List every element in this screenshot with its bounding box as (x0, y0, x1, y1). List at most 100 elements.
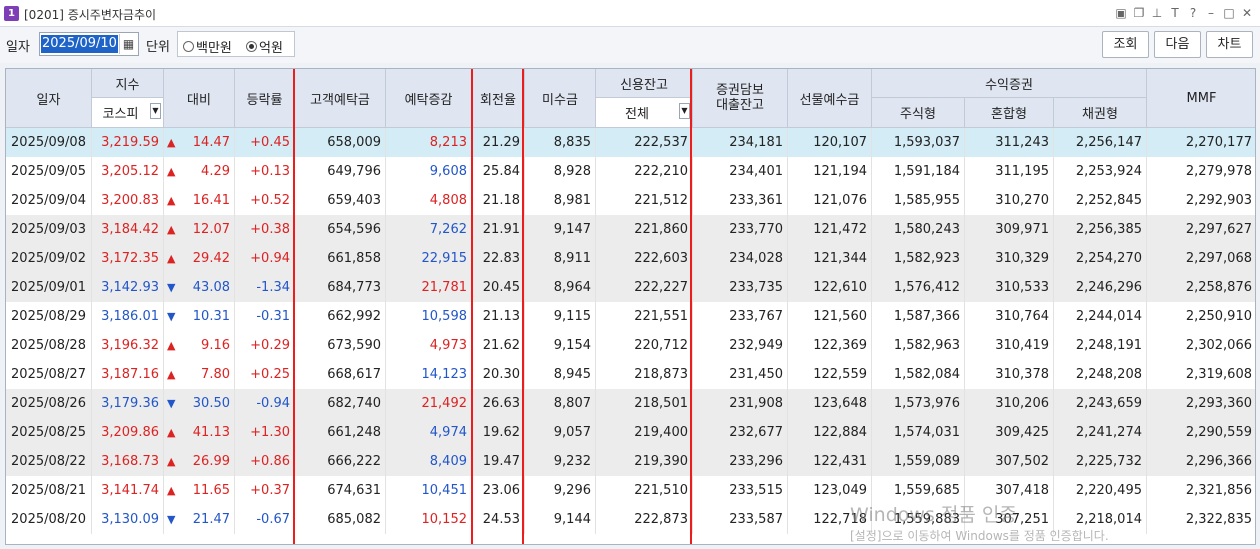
cell-deposit-value: 661,248 (327, 425, 381, 440)
header-collateral[interactable]: 증권담보 대출잔고 (693, 69, 788, 128)
table-row[interactable]: 2025/08/27 3,187.16 ▲ 7.80 +0.25 668,617 14,12… (6, 360, 1255, 389)
window-layout-icon[interactable]: ▣ (1114, 5, 1128, 21)
table-row[interactable]: 2025/08/29 3,186.01 ▼ 10.31 -0.31 662,992 10,5… (6, 302, 1255, 331)
cell-rate-value: +0.13 (250, 164, 290, 179)
header-unsettled[interactable]: 미수금 (525, 69, 596, 128)
cell-futures-value: 122,884 (813, 425, 867, 440)
cell-mmf: 2,321,856 (1147, 476, 1255, 505)
cell-credit: 218,501 (596, 389, 693, 418)
cell-bond-type: 2,256,147 (1054, 128, 1147, 157)
cell-credit: 222,603 (596, 244, 693, 273)
header-mmf[interactable]: MMF (1147, 69, 1255, 128)
table-row[interactable]: 2025/09/04 3,200.83 ▲ 16.41 +0.52 659,403 4,80… (6, 186, 1255, 215)
table-row[interactable]: 2025/08/21 3,141.74 ▲ 11.65 +0.37 674,631 10,4… (6, 476, 1255, 505)
cell-deposit-change-value: 9,608 (429, 164, 467, 179)
table-row[interactable]: 2025/08/28 3,196.32 ▲ 9.16 +0.29 673,590 4,973… (6, 331, 1255, 360)
cell-collateral: 234,401 (693, 157, 788, 186)
font-icon[interactable]: T (1168, 5, 1182, 21)
header-stock-type[interactable]: 주식형 (872, 98, 965, 128)
chevron-down-icon[interactable]: ▼ (150, 103, 161, 119)
table-row[interactable]: 2025/08/22 3,168.73 ▲ 26.99 +0.86 666,222 8,40… (6, 447, 1255, 476)
down-arrow-icon: ▼ (167, 397, 176, 410)
cell-index: 3,184.42 (92, 215, 164, 244)
table-row[interactable]: 2025/08/25 3,209.86 ▲ 41.13 +1.30 661,248 4,97… (6, 418, 1255, 447)
cell-credit-value: 219,390 (634, 454, 688, 469)
window-copy-icon[interactable]: ❐ (1132, 5, 1146, 21)
cell-turnover-value: 26.63 (482, 396, 520, 411)
cell-rate: +0.86 (235, 447, 295, 476)
cell-change-value: 41.13 (192, 425, 230, 440)
header-deposit-change[interactable]: 예탁증감 (386, 69, 472, 128)
maximize-icon[interactable]: □ (1222, 5, 1236, 21)
close-icon[interactable]: ✕ (1240, 5, 1254, 21)
table-row[interactable]: 2025/09/05 3,205.12 ▲ 4.29 +0.13 649,796 9,608… (6, 157, 1255, 186)
header-deposit[interactable]: 고객예탁금 (295, 69, 386, 128)
cell-index: 3,200.83 (92, 186, 164, 215)
cell-collateral: 231,450 (693, 360, 788, 389)
cell-unsettled: 8,928 (525, 157, 596, 186)
cell-credit: 220,712 (596, 331, 693, 360)
search-button[interactable]: 조회 (1102, 31, 1149, 58)
header-futures[interactable]: 선물예수금 (788, 69, 872, 128)
cell-mixed-type-value: 310,533 (995, 280, 1049, 295)
header-credit[interactable]: 신용잔고 (596, 69, 693, 98)
pin-icon[interactable]: ⊥ (1150, 5, 1164, 21)
cell-stock-type-value: 1,593,037 (893, 135, 960, 150)
cell-mixed-type-value: 311,195 (995, 164, 1049, 179)
date-value[interactable]: 2025/09/10 (41, 35, 118, 53)
cell-stock-type-value: 1,559,089 (893, 454, 960, 469)
header-index[interactable]: 지수 (92, 69, 164, 98)
header-mixed-type[interactable]: 혼합형 (965, 98, 1054, 128)
cell-index: 3,141.74 (92, 476, 164, 505)
chart-button[interactable]: 차트 (1206, 31, 1253, 58)
cell-rate-value: +0.52 (250, 193, 290, 208)
table-row[interactable]: 2025/09/03 3,184.42 ▲ 12.07 +0.38 654,596 7,26… (6, 215, 1255, 244)
cell-deposit-value: 649,796 (327, 164, 381, 179)
header-beneficiary[interactable]: 수익증권 (872, 69, 1147, 98)
cell-rate: +0.13 (235, 157, 295, 186)
table-row[interactable]: 2025/09/08 3,219.59 ▲ 14.47 +0.45 658,009 8,21… (6, 128, 1255, 157)
header-date[interactable]: 일자 (6, 69, 92, 128)
unit-radio-hundred-million[interactable]: 억원 (246, 37, 283, 56)
cell-mixed-type: 309,425 (965, 418, 1054, 447)
next-button[interactable]: 다음 (1154, 31, 1201, 58)
cell-turnover-value: 21.13 (482, 309, 520, 324)
cell-stock-type-value: 1,574,031 (893, 425, 960, 440)
header-turnover[interactable]: 회전율 (472, 69, 525, 128)
header-change[interactable]: 대비 (164, 69, 235, 128)
cell-credit-value: 218,501 (634, 396, 688, 411)
index-select[interactable]: 코스피 ▼ (92, 98, 164, 128)
cell-rate: +0.38 (235, 215, 295, 244)
table-row[interactable]: 2025/09/02 3,172.35 ▲ 29.42 +0.94 661,858 22,9… (6, 244, 1255, 273)
cell-mixed-type: 310,764 (965, 302, 1054, 331)
help-icon[interactable]: ? (1186, 5, 1200, 21)
header-bond-type[interactable]: 채권형 (1054, 98, 1147, 128)
cell-turnover: 21.62 (472, 331, 525, 360)
cell-collateral: 233,767 (693, 302, 788, 331)
cell-deposit-change: 10,598 (386, 302, 472, 331)
table-row[interactable]: 2025/08/26 3,179.36 ▼ 30.50 -0.94 682,740 21,4… (6, 389, 1255, 418)
cell-mmf-value: 2,290,559 (1185, 425, 1252, 440)
cell-date-value: 2025/09/01 (11, 280, 86, 295)
cell-futures-value: 122,369 (813, 338, 867, 353)
chevron-down-icon[interactable]: ▼ (679, 103, 690, 119)
cell-mixed-type-value: 310,206 (995, 396, 1049, 411)
cell-mmf-value: 2,279,978 (1185, 164, 1252, 179)
header-rate[interactable]: 등락률 (235, 69, 295, 128)
cell-deposit: 661,858 (295, 244, 386, 273)
cell-index-value: 3,130.09 (101, 512, 159, 527)
cell-turnover-value: 23.06 (482, 483, 520, 498)
cell-unsettled: 9,144 (525, 505, 596, 534)
date-input[interactable]: 2025/09/10 ▦ (39, 32, 139, 56)
cell-stock-type-value: 1,576,412 (893, 280, 960, 295)
calendar-icon[interactable]: ▦ (119, 34, 137, 54)
table-row[interactable]: 2025/09/01 3,142.93 ▼ 43.08 -1.34 684,773 21,7… (6, 273, 1255, 302)
unit-radio-million[interactable]: 백만원 (183, 37, 232, 56)
up-arrow-icon: ▲ (167, 165, 176, 178)
credit-select[interactable]: 전체 ▼ (596, 98, 693, 128)
cell-mixed-type-value: 310,419 (995, 338, 1049, 353)
minimize-icon[interactable]: – (1204, 5, 1218, 21)
table-row[interactable]: 2025/08/20 3,130.09 ▼ 21.47 -0.67 685,082 10,1… (6, 505, 1255, 534)
cell-change: ▲ 9.16 (164, 331, 235, 360)
cell-date-value: 2025/08/28 (11, 338, 86, 353)
